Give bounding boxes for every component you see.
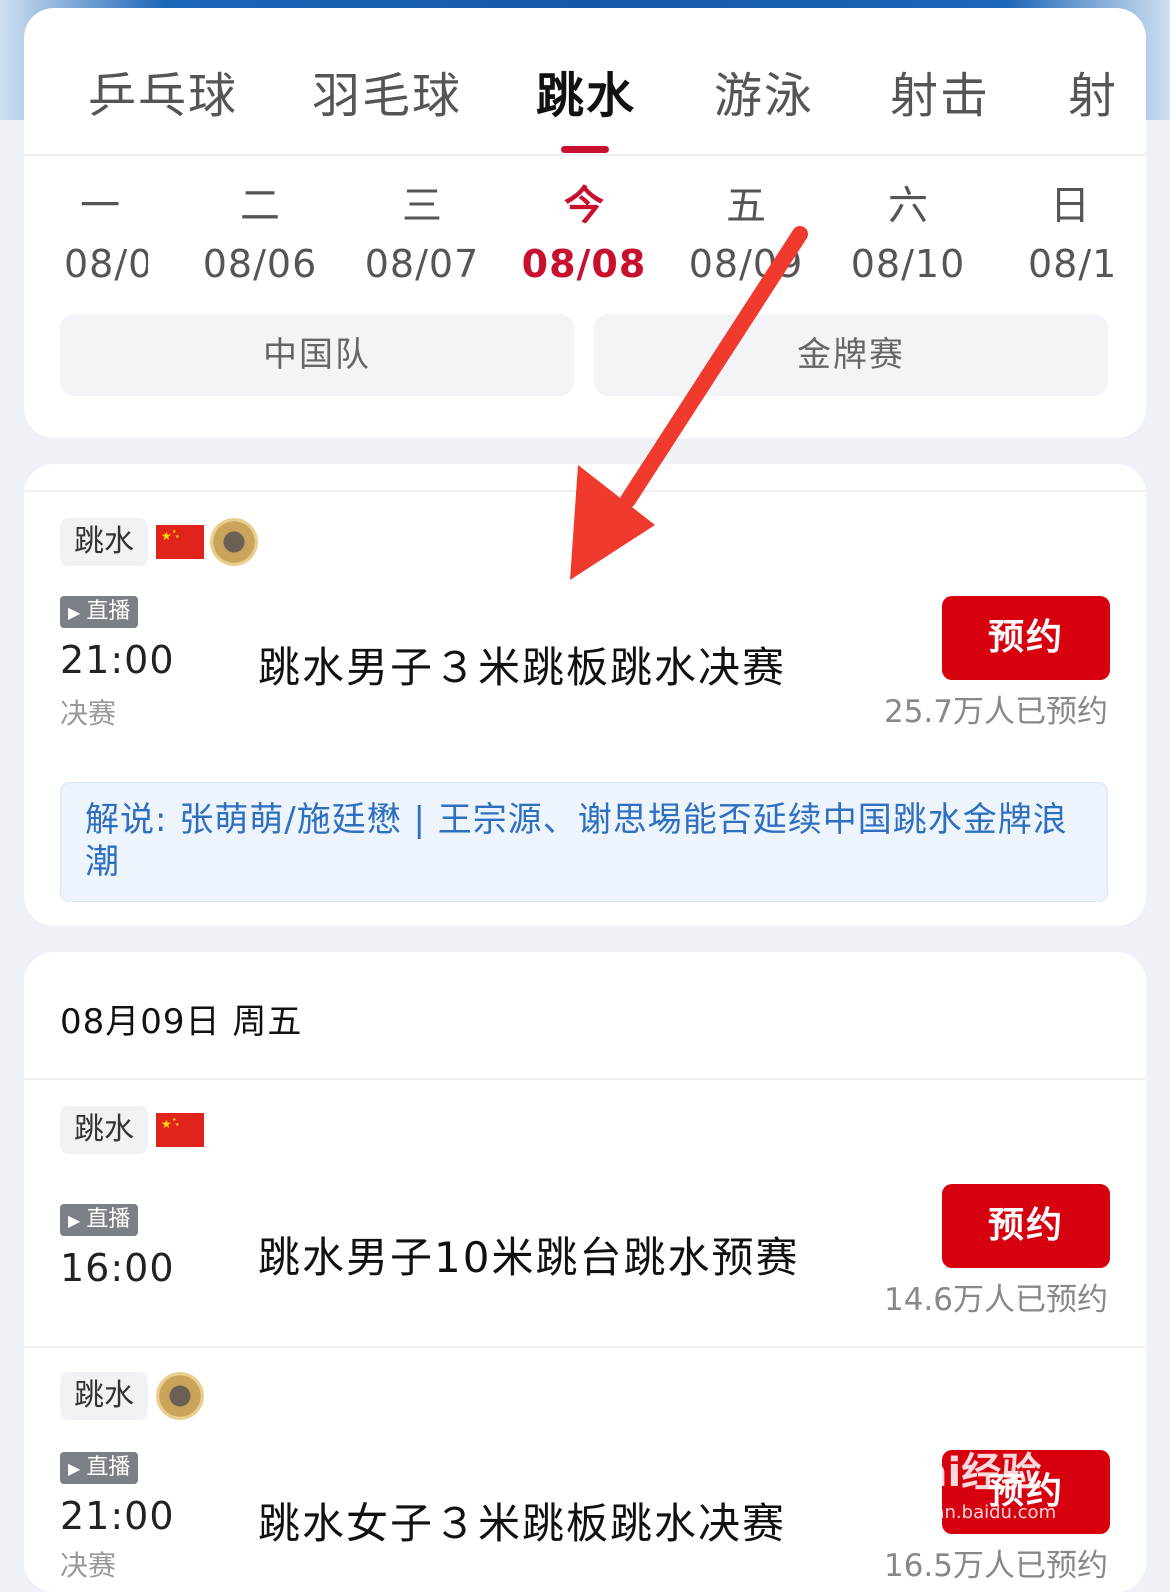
event-card: 跳水 ★ ★ ★ ▶ 直播 21:00 决赛 跳水男子３米跳板跳水决赛 预约 25.7… xyxy=(24,464,1146,926)
sport-tabs: 乒乓球 羽毛球 跳水 游泳 射击 射 xyxy=(24,8,1146,156)
reserve-count: 14.6万人已预约 xyxy=(883,1282,1108,1318)
date-label: 08/06 xyxy=(202,242,318,286)
date-item-08-11[interactable]: 日 08/11 xyxy=(1000,178,1140,294)
event-stage: 决赛 xyxy=(60,1549,117,1582)
reserve-button[interactable]: 预约 xyxy=(942,1184,1110,1268)
reserve-count: 25.7万人已预约 xyxy=(883,694,1108,730)
svg-text:★: ★ xyxy=(175,1122,180,1128)
divider xyxy=(24,1346,1146,1348)
svg-text:★: ★ xyxy=(161,529,172,543)
date-item-08-05[interactable]: 一 08/05 xyxy=(30,178,170,294)
date-item-08-10[interactable]: 六 08/10 xyxy=(838,178,978,294)
reserve-button[interactable]: 预约 xyxy=(942,596,1110,680)
tab-archery[interactable]: 射 xyxy=(1068,56,1118,126)
live-badge: ▶ 直播 xyxy=(60,1204,139,1236)
play-icon: ▶ xyxy=(68,1459,81,1478)
weekday-label: 二 xyxy=(240,183,280,229)
tab-diving[interactable]: 跳水 xyxy=(536,56,636,126)
china-flag-icon: ★ ★ ★ xyxy=(156,525,204,559)
weekday-label: 今 xyxy=(564,183,604,229)
divider xyxy=(24,154,1146,156)
sport-tag: 跳水 xyxy=(60,518,148,566)
tab-swimming[interactable]: 游泳 xyxy=(714,56,814,126)
play-icon: ▶ xyxy=(68,603,81,622)
svg-text:★: ★ xyxy=(175,534,180,540)
event-title[interactable]: 跳水男子３米跳板跳水决赛 xyxy=(258,634,786,695)
event-time: 21:00 xyxy=(60,638,175,682)
weekday-label: 五 xyxy=(726,183,766,229)
weekday-label: 三 xyxy=(402,183,442,229)
live-label: 直播 xyxy=(86,1207,131,1232)
weekday-label: 一 xyxy=(80,183,120,229)
watermark-sub: jingyan.baidu.com xyxy=(890,1502,1057,1523)
gold-medal-icon xyxy=(210,518,258,566)
play-icon: ▶ xyxy=(68,1211,81,1230)
active-tab-indicator xyxy=(561,146,609,153)
event-title[interactable]: 跳水男子10米跳台跳水预赛 xyxy=(258,1224,799,1285)
date-label: 08/07 xyxy=(364,242,480,286)
tab-table-tennis[interactable]: 乒乓球 xyxy=(88,56,238,126)
date-item-today[interactable]: 今 08/08 xyxy=(514,178,654,294)
date-label: 08/11 xyxy=(1028,242,1114,286)
live-label: 直播 xyxy=(86,599,131,624)
gold-medal-icon xyxy=(156,1372,204,1420)
date-item-08-07[interactable]: 三 08/07 xyxy=(352,178,492,294)
live-badge: ▶ 直播 xyxy=(60,1452,139,1484)
filter-china-team[interactable]: 中国队 xyxy=(60,314,574,396)
china-flag-icon: ★ ★ ★ xyxy=(156,1113,204,1147)
filter-gold-medal[interactable]: 金牌赛 xyxy=(594,314,1108,396)
event-title[interactable]: 跳水女子３米跳板跳水决赛 xyxy=(258,1490,786,1551)
tab-shooting[interactable]: 射击 xyxy=(890,56,990,126)
date-label: 08/05 xyxy=(64,242,148,286)
date-item-08-09[interactable]: 五 08/09 xyxy=(676,178,816,294)
sport-tag: 跳水 xyxy=(60,1106,148,1154)
watermark: Bai经验 jingyan.baidu.com xyxy=(890,1440,1130,1540)
event-stage: 决赛 xyxy=(60,697,117,730)
date-item-08-06[interactable]: 二 08/06 xyxy=(190,178,330,294)
sport-tag: 跳水 xyxy=(60,1372,148,1420)
event-time: 21:00 xyxy=(60,1494,175,1538)
commentary-banner[interactable]: 解说: 张萌萌/施廷懋 | 王宗源、谢思埸能否延续中国跳水金牌浪潮 xyxy=(60,782,1108,902)
date-label: 08/09 xyxy=(688,242,804,286)
date-label: 08/08 xyxy=(521,242,647,286)
live-label: 直播 xyxy=(86,1455,131,1480)
date-label: 08/10 xyxy=(850,242,966,286)
divider xyxy=(24,1078,1146,1080)
weekday-label: 日 xyxy=(1050,183,1090,229)
reserve-count: 16.5万人已预约 xyxy=(883,1548,1108,1584)
svg-text:★: ★ xyxy=(161,1117,172,1131)
weekday-label: 六 xyxy=(888,183,928,229)
filter-panel: 乒乓球 羽毛球 跳水 游泳 射击 射 一 08/05 二 08/06 三 08/… xyxy=(24,8,1146,438)
watermark-main: Bai经验 xyxy=(890,1450,1042,1496)
event-time: 16:00 xyxy=(60,1246,175,1290)
date-header: 08月09日 周五 xyxy=(60,1002,303,1042)
tab-badminton[interactable]: 羽毛球 xyxy=(312,56,462,126)
divider xyxy=(24,490,1146,492)
live-badge: ▶ 直播 xyxy=(60,596,139,628)
